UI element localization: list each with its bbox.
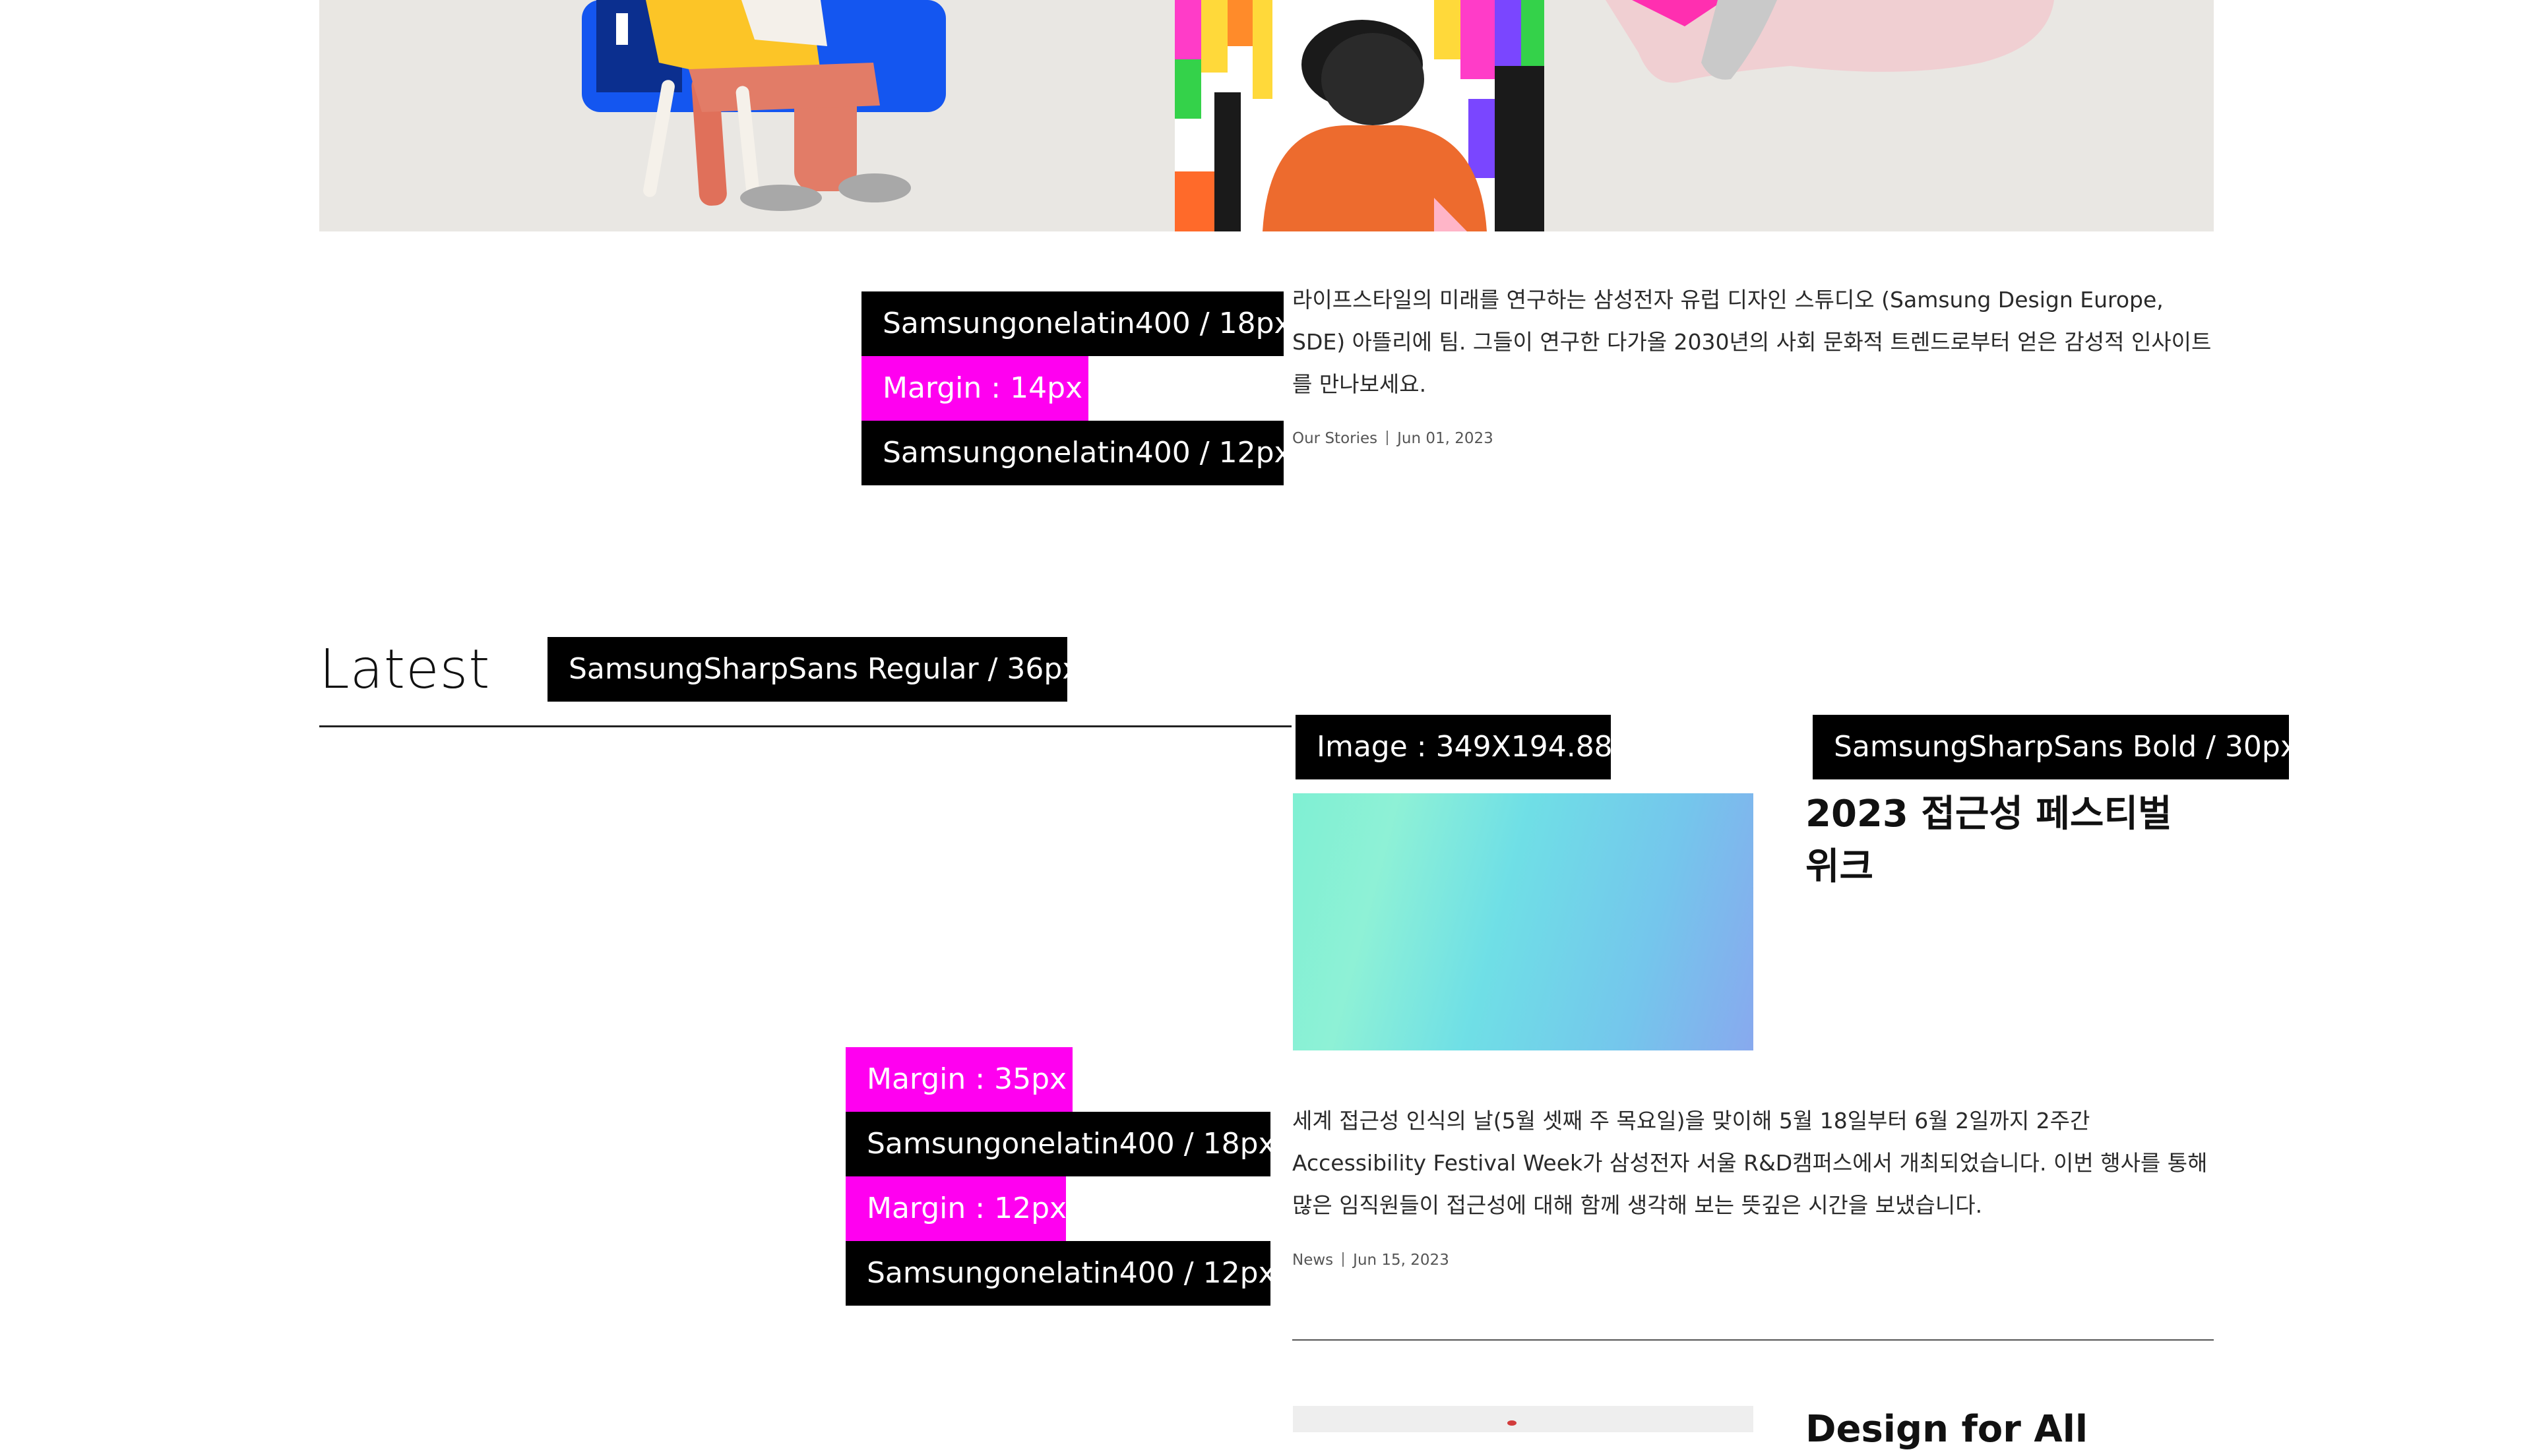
next-card-title[interactable]: Design for All: [1805, 1403, 2088, 1456]
annotation-margin: Margin : 14px: [861, 356, 1088, 421]
featured-story-description[interactable]: 라이프스타일의 미래를 연구하는 삼성전자 유럽 디자인 스튜디오 (Samsu…: [1292, 279, 2216, 406]
card-divider: [1292, 1339, 2214, 1341]
annotation-desc-font: Samsungonelatin400 / 18px: [846, 1112, 1276, 1176]
thumbnail-mark: [1507, 1420, 1517, 1426]
annotation-margin: Margin : 12px: [846, 1176, 1067, 1241]
card-title[interactable]: 2023 접근성 페스티벌 위크: [1805, 788, 2214, 894]
card-meta: News Jun 15, 2023: [1292, 1252, 1449, 1269]
card-category[interactable]: News: [1292, 1252, 1333, 1269]
card-description[interactable]: 세계 접근성 인식의 날(5월 셋째 주 목요일)을 맞이해 5월 18일부터 …: [1292, 1100, 2216, 1227]
annotation-margin: Margin : 35px: [846, 1047, 1073, 1112]
next-card-thumbnail[interactable]: [1293, 1406, 1753, 1432]
hero-illustration[interactable]: [319, 0, 2214, 231]
annotation-card-title-font: SamsungSharpSans Bold / 30px: [1813, 715, 2298, 779]
illustration-art: [582, 0, 2054, 231]
annotation-desc-font: Samsungonelatin400 / 18px: [861, 291, 1292, 356]
section-title-latest: Latest: [319, 638, 491, 701]
card-date: Jun 15, 2023: [1353, 1252, 1449, 1269]
section-divider: [319, 725, 1292, 727]
annotation-meta-font: Samsungonelatin400 / 12px: [846, 1241, 1276, 1306]
meta-divider: [1342, 1252, 1344, 1267]
annotation-section-font: SamsungSharpSans Regular / 36px: [547, 637, 1079, 702]
annotation-meta-font: Samsungonelatin400 / 12px: [861, 421, 1292, 485]
story-date: Jun 01, 2023: [1397, 430, 1493, 447]
card-thumbnail[interactable]: [1293, 793, 1753, 1050]
featured-story-meta: Our Stories Jun 01, 2023: [1292, 430, 1493, 447]
annotation-image-size: Image : 349X194.88: [1296, 715, 1613, 779]
meta-divider: [1387, 431, 1389, 445]
story-category[interactable]: Our Stories: [1292, 430, 1377, 447]
